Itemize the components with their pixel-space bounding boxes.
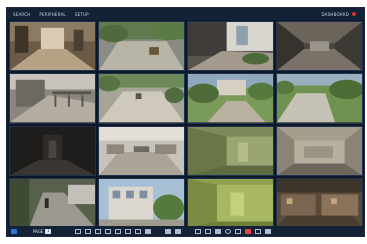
camera-tile-2[interactable] [98, 21, 185, 72]
camera-feed-entrance [188, 22, 273, 71]
nvr-monitor-window: SEARCH PERIPHERAL SETUP DASHBOARD PAGE 1 [6, 7, 365, 237]
menu-item-setup[interactable]: SETUP [75, 12, 89, 17]
camera-feed-corridor-dark [277, 22, 362, 71]
page-label: PAGE [33, 228, 44, 234]
camera-tile-1[interactable] [9, 21, 96, 72]
zoom-icon[interactable] [135, 228, 142, 234]
camera-feed-room-green [188, 126, 273, 175]
camera-feed-room-wall [277, 126, 362, 175]
status-area: DASHBOARD [322, 12, 364, 17]
camera-tile-15[interactable] [187, 177, 274, 228]
camera-feed-plaza [99, 74, 184, 123]
camera-tile-14[interactable] [98, 177, 185, 228]
playback-icon[interactable] [235, 228, 242, 234]
main-menu: SEARCH PERIPHERAL SETUP [7, 12, 89, 17]
menu-item-search[interactable]: SEARCH [13, 12, 30, 17]
lock-icon[interactable] [255, 228, 262, 234]
sixteen-view-icon[interactable] [105, 228, 112, 234]
camera-grid [9, 21, 363, 228]
camera-tile-10[interactable] [98, 125, 185, 176]
camera-tile-11[interactable] [187, 125, 274, 176]
camera-tile-3[interactable] [187, 21, 274, 72]
menu-item-peripheral[interactable]: PERIPHERAL [39, 12, 65, 17]
camera-feed-hallway [10, 22, 95, 71]
start-menu-icon[interactable] [11, 228, 17, 234]
camera-feed-green-room [188, 178, 273, 227]
quad-view-icon[interactable] [85, 228, 92, 234]
nine-view-icon[interactable] [95, 228, 102, 234]
sequence-icon[interactable] [125, 228, 132, 234]
camera-tile-6[interactable] [98, 73, 185, 124]
fullscreen-icon[interactable] [205, 228, 212, 234]
camera-feed-garden [188, 74, 273, 123]
top-menu-bar: SEARCH PERIPHERAL SETUP DASHBOARD [7, 8, 364, 20]
view-tools [75, 228, 272, 234]
alert-dot-icon [352, 12, 356, 16]
layout-icon[interactable] [195, 228, 202, 234]
camera-tile-9[interactable] [9, 125, 96, 176]
freeze-icon[interactable] [145, 228, 152, 234]
camera-tile-13[interactable] [9, 177, 96, 228]
camera-tile-4[interactable] [276, 21, 363, 72]
single-view-icon[interactable] [75, 228, 82, 234]
play-icon[interactable] [175, 228, 182, 234]
snapshot-icon[interactable] [215, 228, 222, 234]
camera-feed-dark-room [10, 126, 95, 175]
camera-feed-street [10, 178, 95, 227]
camera-tile-8[interactable] [276, 73, 363, 124]
camera-tile-7[interactable] [187, 73, 274, 124]
camera-tile-16[interactable] [276, 177, 363, 228]
page-selector[interactable]: 1 [45, 228, 52, 234]
camera-feed-office [99, 126, 184, 175]
settings-icon[interactable] [265, 228, 272, 234]
camera-feed-shop [277, 178, 362, 227]
camera-feed-balcony [10, 74, 95, 123]
volume-icon[interactable] [165, 228, 172, 234]
bottom-toolbar: PAGE 1 [7, 226, 364, 236]
alarm-icon[interactable] [245, 228, 252, 234]
grid-view-icon[interactable] [115, 228, 122, 234]
camera-tile-5[interactable] [9, 73, 96, 124]
camera-feed-courtyard [99, 22, 184, 71]
camera-tile-12[interactable] [276, 125, 363, 176]
record-icon[interactable] [225, 228, 232, 234]
camera-feed-building [99, 178, 184, 227]
status-text: DASHBOARD [321, 11, 349, 17]
camera-feed-walkway [277, 74, 362, 123]
